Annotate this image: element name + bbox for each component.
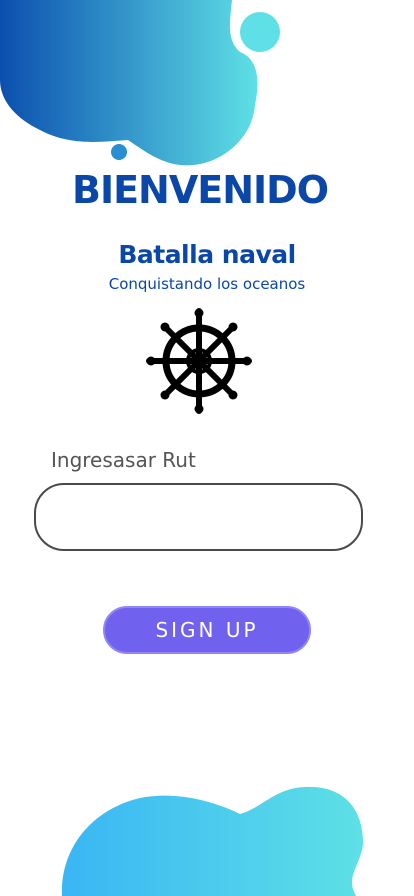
rut-input[interactable]: [34, 483, 363, 551]
welcome-title: BIENVENIDO: [71, 168, 329, 212]
rut-label: Ingresasar Rut: [51, 448, 196, 472]
ship-wheel-icon: [146, 308, 252, 414]
top-decorative-blob: [0, 0, 280, 166]
game-subtitle: Conquistando los oceanos: [108, 275, 306, 293]
signup-button[interactable]: SIGN UP: [103, 606, 311, 654]
bottom-decorative-blob: [61, 786, 364, 896]
game-title: Batalla naval: [118, 240, 296, 269]
